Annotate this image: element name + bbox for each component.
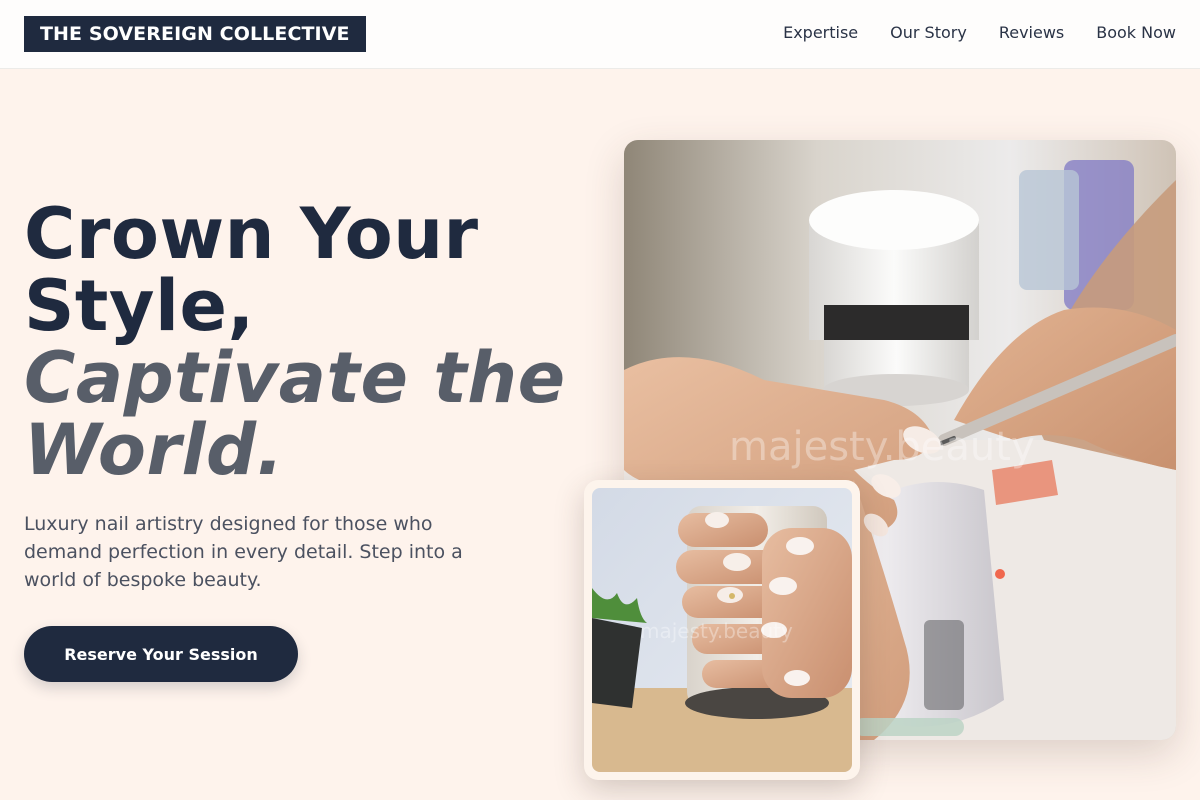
reserve-session-button[interactable]: Reserve Your Session bbox=[24, 626, 298, 682]
nav-link-reviews[interactable]: Reviews bbox=[999, 22, 1064, 44]
main-nav: Expertise Our Story Reviews Book Now bbox=[783, 22, 1176, 44]
main-photo-watermark: majesty.beauty bbox=[729, 424, 1035, 470]
nav-link-our-story[interactable]: Our Story bbox=[890, 22, 967, 44]
hero-title: Crown Your Style, Captivate the World. bbox=[24, 198, 604, 486]
site-header: THE SOVEREIGN COLLECTIVE Expertise Our S… bbox=[0, 0, 1200, 69]
hero-title-accent-line-1: Captivate the bbox=[24, 337, 566, 419]
hero-title-line-1: Crown Your bbox=[24, 193, 479, 275]
hero-title-line-2: Style, bbox=[24, 265, 255, 347]
brand-logo[interactable]: THE SOVEREIGN COLLECTIVE bbox=[24, 16, 366, 52]
inset-photo-frame: majesty.beauty bbox=[584, 480, 860, 780]
nav-link-expertise[interactable]: Expertise bbox=[783, 22, 858, 44]
nav-link-book-now[interactable]: Book Now bbox=[1096, 22, 1176, 44]
inset-photo-watermark: majesty.beauty bbox=[640, 619, 793, 643]
inset-photo-illustration: majesty.beauty bbox=[592, 488, 852, 772]
hero-title-accent-line-2: World. bbox=[24, 409, 284, 491]
inset-manicure-photo: majesty.beauty bbox=[592, 488, 852, 772]
hero-subtitle: Luxury nail artistry designed for those … bbox=[24, 513, 463, 591]
